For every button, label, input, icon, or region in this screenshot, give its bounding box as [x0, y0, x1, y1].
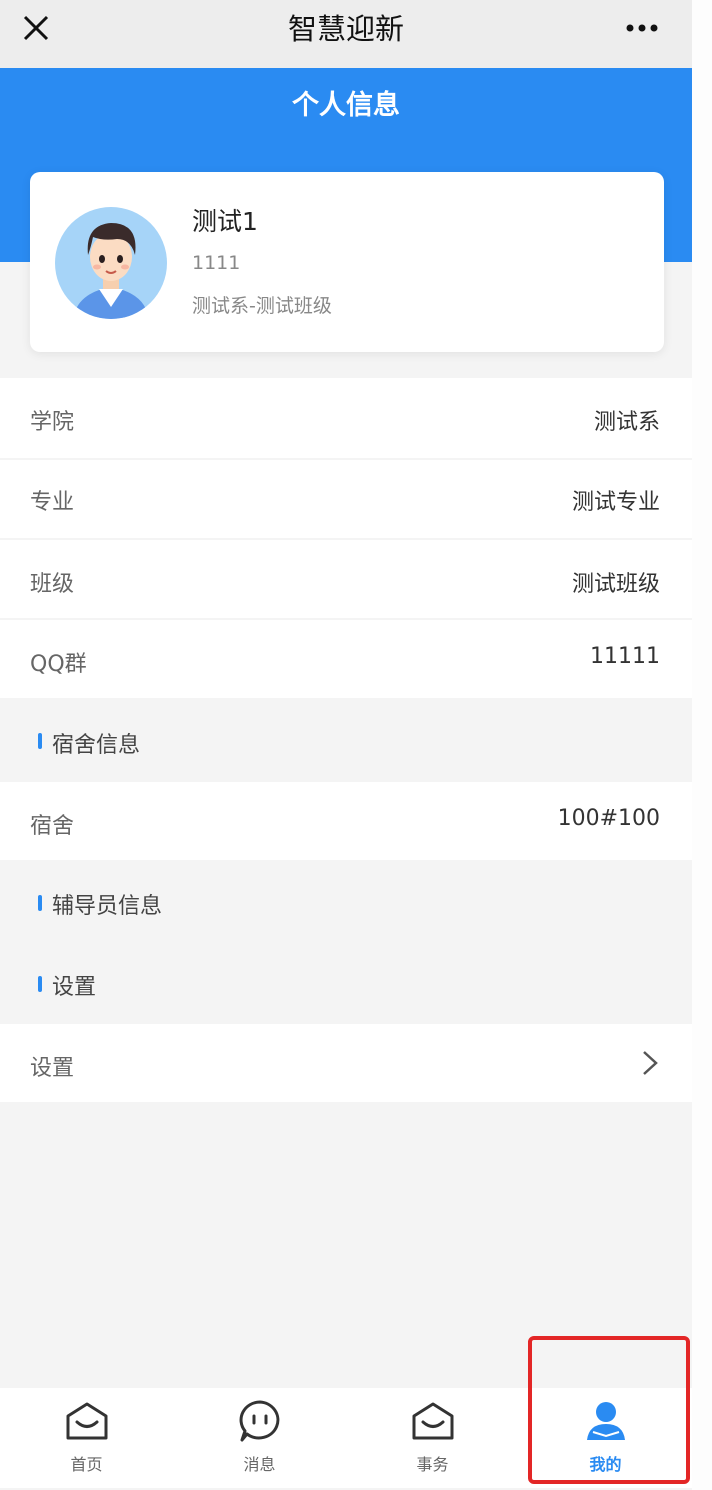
row-label: 宿舍	[30, 814, 75, 839]
section-title-dorm: 宿舍信息	[52, 733, 141, 758]
row-value: 100#100	[557, 806, 660, 831]
info-row-class: 班级 测试班级	[0, 540, 692, 618]
chevron-right-icon	[640, 1048, 660, 1078]
row-value: 测试系	[593, 410, 660, 435]
row-value: 11111	[590, 644, 660, 669]
section-title-settings: 设置	[52, 975, 97, 1000]
app-title: 智慧迎新	[287, 12, 404, 46]
row-label: 学院	[30, 410, 75, 435]
row-label: 班级	[30, 572, 75, 597]
tab-label: 首页	[70, 1455, 103, 1474]
tab-messages[interactable]: 消息	[173, 1388, 346, 1488]
message-icon	[237, 1398, 283, 1444]
section-marker	[38, 895, 42, 911]
tab-label: 事务	[416, 1455, 449, 1474]
more-icon[interactable]	[620, 12, 668, 44]
affairs-icon	[410, 1398, 456, 1444]
row-value: 测试专业	[571, 490, 660, 515]
section-marker	[38, 976, 42, 992]
right-edge	[692, 0, 712, 1490]
avatar-icon	[55, 207, 167, 319]
row-label: QQ群	[30, 652, 87, 677]
settings-row[interactable]: 设置	[0, 1024, 692, 1102]
info-row-college: 学院 测试系	[0, 378, 692, 458]
info-row-dorm: 宿舍 100#100	[0, 782, 692, 860]
row-label: 设置	[30, 1056, 75, 1081]
info-row-qq-group: QQ群 11111	[0, 620, 692, 698]
home-icon	[64, 1398, 110, 1444]
section-marker	[38, 733, 42, 749]
info-row-major: 专业 测试专业	[0, 460, 692, 538]
tab-affairs[interactable]: 事务	[346, 1388, 519, 1488]
highlight-annotation-box	[528, 1336, 690, 1484]
user-department: 测试系-测试班级	[192, 295, 332, 317]
tab-label: 消息	[243, 1455, 276, 1474]
row-label: 专业	[30, 490, 75, 515]
row-value: 测试班级	[571, 572, 660, 597]
profile-card: 测试1 1111 测试系-测试班级	[30, 172, 664, 352]
user-name: 测试1	[192, 207, 258, 236]
user-id: 1111	[192, 252, 241, 274]
page-title: 个人信息	[292, 90, 400, 121]
section-title-counselor: 辅导员信息	[52, 894, 163, 919]
tab-home[interactable]: 首页	[0, 1388, 173, 1488]
